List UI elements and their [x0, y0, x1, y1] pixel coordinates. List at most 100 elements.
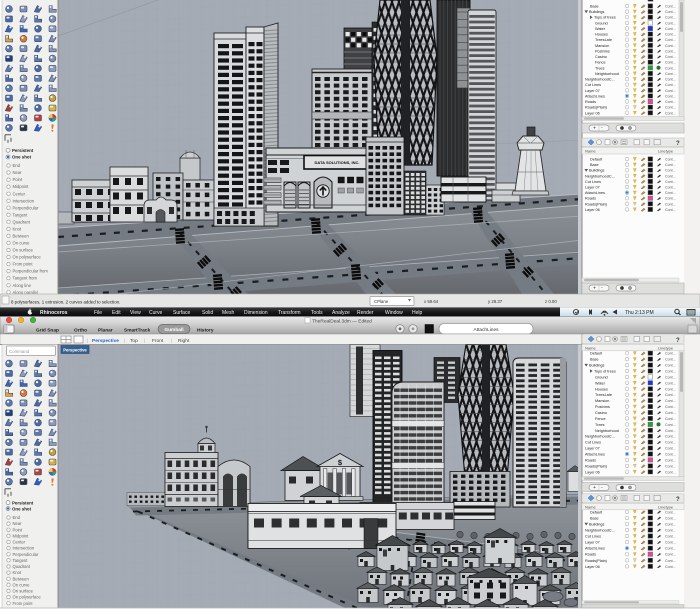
- svg-text:Planar: Planar: [98, 328, 113, 334]
- svg-text:On surface: On surface: [13, 589, 34, 594]
- svg-text:Ground: Ground: [595, 375, 608, 379]
- svg-text:Cont...: Cont...: [665, 61, 676, 65]
- svg-text:Linetype: Linetype: [658, 345, 674, 350]
- svg-text:Cont...: Cont...: [665, 417, 676, 421]
- svg-text:Cont...: Cont...: [665, 352, 676, 356]
- svg-text:Water: Water: [595, 27, 606, 31]
- svg-text:Name: Name: [585, 504, 596, 509]
- svg-text:Cont...: Cont...: [665, 33, 676, 37]
- svg-text:Intersection: Intersection: [13, 198, 35, 203]
- svg-text:Trees: Trees: [595, 423, 605, 427]
- svg-text:Cont...: Cont...: [665, 202, 676, 206]
- svg-text:Between: Between: [13, 234, 30, 239]
- svg-text:NeighborhoodC...: NeighborhoodC...: [585, 174, 615, 178]
- svg-text:z 0.00: z 0.00: [545, 299, 557, 304]
- svg-text:Cont...: Cont...: [665, 447, 676, 451]
- svg-text:Point: Point: [13, 177, 23, 182]
- svg-text:Layer 07: Layer 07: [585, 541, 600, 545]
- svg-text:Cont...: Cont...: [665, 364, 676, 368]
- svg-text:+: +: [593, 485, 596, 491]
- svg-text:Default: Default: [590, 510, 603, 514]
- svg-text:Neighborhood: Neighborhood: [595, 429, 619, 433]
- svg-text:Name: Name: [585, 345, 596, 350]
- svg-text:Intersection: Intersection: [13, 546, 35, 551]
- svg-text:DATA SOLUTIONS, INC.: DATA SOLUTIONS, INC.: [314, 160, 359, 165]
- svg-text:Cont...: Cont...: [665, 72, 676, 76]
- svg-text:Midpoint: Midpoint: [13, 184, 30, 189]
- svg-text:Window: Window: [385, 310, 403, 316]
- svg-text:Front: Front: [152, 338, 164, 344]
- svg-text:y 28.37: y 28.37: [488, 299, 503, 304]
- svg-text:Cont...: Cont...: [665, 375, 676, 379]
- svg-text:Cont...: Cont...: [665, 423, 676, 427]
- svg-text:Cont...: Cont...: [665, 399, 676, 403]
- svg-text:Right: Right: [178, 338, 190, 344]
- svg-text:View: View: [130, 310, 141, 316]
- svg-text:Layer 07: Layer 07: [585, 447, 600, 451]
- svg-text:Default: Default: [590, 158, 603, 162]
- svg-text:Buildings: Buildings: [589, 522, 605, 526]
- svg-text:Base: Base: [590, 516, 599, 520]
- svg-text:Cut Lines: Cut Lines: [585, 441, 601, 445]
- svg-text:Center: Center: [13, 191, 26, 196]
- svg-text:Roads: Roads: [585, 100, 596, 104]
- svg-text:Cont...: Cont...: [665, 411, 676, 415]
- svg-text:SmartTrack: SmartTrack: [124, 328, 150, 334]
- svg-text:Cont...: Cont...: [665, 370, 676, 374]
- svg-text:Ortho: Ortho: [74, 328, 87, 334]
- svg-text:Postrims: Postrims: [595, 405, 610, 409]
- svg-text:Cont...: Cont...: [665, 169, 676, 173]
- svg-text:Cont...: Cont...: [665, 158, 676, 162]
- svg-text:Cont...: Cont...: [665, 55, 676, 59]
- svg-text:Casino: Casino: [595, 411, 607, 415]
- svg-text:Command: Command: [9, 349, 30, 354]
- svg-text:History: History: [197, 328, 214, 334]
- svg-text:AttachLines: AttachLines: [585, 547, 605, 551]
- svg-text:?: ?: [676, 338, 680, 344]
- svg-text:Cont...: Cont...: [665, 453, 676, 457]
- svg-text:Tools: Tools: [311, 310, 323, 316]
- svg-text:Roads: Roads: [585, 553, 596, 557]
- svg-text:From point: From point: [13, 601, 34, 606]
- svg-text:Default: Default: [590, 352, 603, 356]
- svg-text:TheRealDeal.3dm — Edited: TheRealDeal.3dm — Edited: [312, 319, 372, 325]
- svg-text:Layer 06: Layer 06: [585, 208, 600, 212]
- svg-text:Name: Name: [585, 149, 596, 154]
- svg-text:Cont...: Cont...: [665, 197, 676, 201]
- svg-text:Cont...: Cont...: [665, 441, 676, 445]
- svg-text:Surface: Surface: [173, 310, 190, 316]
- svg-text:Buildings: Buildings: [589, 169, 605, 173]
- svg-text:Perspective: Perspective: [63, 348, 87, 353]
- svg-text:One shot: One shot: [12, 155, 32, 160]
- svg-text:Quadrant: Quadrant: [13, 219, 31, 224]
- svg-text:Cont...: Cont...: [665, 38, 676, 42]
- svg-text:Neighborhood: Neighborhood: [595, 72, 619, 76]
- svg-text:Base: Base: [590, 163, 599, 167]
- svg-text:x 59.64: x 59.64: [424, 299, 439, 304]
- svg-text:Cont...: Cont...: [665, 111, 676, 115]
- svg-text:Cont...: Cont...: [665, 429, 676, 433]
- svg-text:Cont...: Cont...: [665, 435, 676, 439]
- svg-text:Cont...: Cont...: [665, 464, 676, 468]
- svg-text:Buildings: Buildings: [589, 10, 605, 14]
- svg-text:?: ?: [676, 141, 680, 147]
- svg-text:On polysurface: On polysurface: [13, 255, 42, 260]
- svg-text:Cont...: Cont...: [665, 78, 676, 82]
- svg-text:End: End: [13, 515, 21, 520]
- svg-text:Perpendicular: Perpendicular: [13, 205, 39, 210]
- svg-text:TreesLate: TreesLate: [595, 38, 612, 42]
- svg-text:Render: Render: [357, 310, 374, 316]
- svg-text:Roads(Plain): Roads(Plain): [585, 464, 608, 468]
- svg-text:Cont...: Cont...: [665, 516, 676, 520]
- svg-text:Buildings: Buildings: [589, 364, 605, 368]
- svg-text:Houses: Houses: [595, 33, 608, 37]
- svg-text:Mansion: Mansion: [595, 44, 609, 48]
- svg-text:8 polysurfaces, 1 extrusion, 2: 8 polysurfaces, 1 extrusion, 2 curves ad…: [11, 300, 120, 305]
- svg-text:Base: Base: [590, 358, 599, 362]
- svg-text:Cont...: Cont...: [665, 21, 676, 25]
- svg-text:Analyze: Analyze: [332, 310, 350, 316]
- svg-text:Cont...: Cont...: [665, 5, 676, 9]
- svg-text:Mansion: Mansion: [595, 399, 609, 403]
- svg-text:Midpoint: Midpoint: [13, 534, 30, 539]
- svg-text:Roads: Roads: [585, 458, 596, 462]
